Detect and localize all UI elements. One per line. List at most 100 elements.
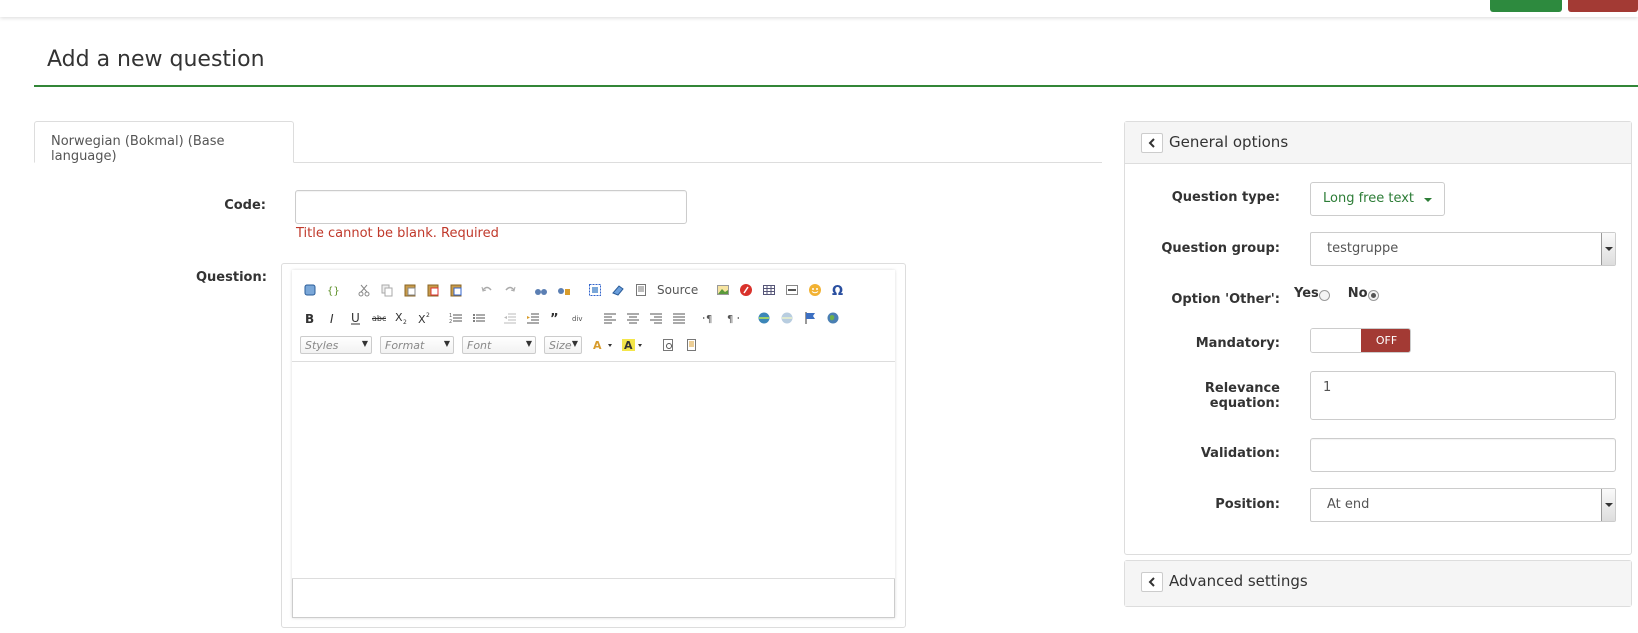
bold-icon[interactable]: B bbox=[300, 309, 319, 328]
cut-icon[interactable] bbox=[354, 281, 373, 300]
option-other-yes-radio[interactable] bbox=[1318, 290, 1330, 301]
size-dropdown-label: Size bbox=[549, 339, 572, 352]
paste-icon[interactable] bbox=[400, 281, 419, 300]
styles-dropdown-label: Styles bbox=[305, 339, 339, 352]
redo-icon[interactable] bbox=[500, 281, 519, 300]
expression-icon[interactable] bbox=[300, 281, 319, 300]
source-icon[interactable] bbox=[631, 281, 650, 300]
templates-icon[interactable] bbox=[681, 336, 700, 355]
outdent-icon[interactable] bbox=[500, 309, 519, 328]
mandatory-toggle[interactable]: OFF bbox=[1310, 328, 1411, 353]
superscript-icon[interactable]: X2 bbox=[415, 309, 434, 328]
svg-text:2: 2 bbox=[449, 319, 452, 325]
table-icon[interactable] bbox=[759, 281, 778, 300]
editor-toolbar: {} Source Ω B I U abc X2 X2 12 ” div ¶ ¶… bbox=[292, 270, 895, 362]
svg-text:A: A bbox=[624, 339, 633, 352]
bullet-list-icon[interactable] bbox=[469, 309, 488, 328]
page-title: Add a new question bbox=[47, 47, 265, 72]
validation-input[interactable] bbox=[1310, 438, 1616, 472]
undo-icon[interactable] bbox=[477, 281, 496, 300]
question-label: Question: bbox=[196, 270, 267, 285]
source-button[interactable]: Source bbox=[654, 281, 701, 300]
chevron-left-icon[interactable] bbox=[1141, 133, 1163, 153]
unlink-icon[interactable] bbox=[777, 309, 796, 328]
select-arrow-icon bbox=[1601, 233, 1615, 265]
replace-icon[interactable] bbox=[554, 281, 573, 300]
horizontal-rule-icon[interactable] bbox=[782, 281, 801, 300]
indent-icon[interactable] bbox=[523, 309, 542, 328]
position-select[interactable]: At end bbox=[1310, 488, 1616, 522]
editor-content-area[interactable] bbox=[292, 362, 895, 579]
svg-text:Ω: Ω bbox=[832, 284, 843, 297]
flash-icon[interactable] bbox=[736, 281, 755, 300]
select-all-icon[interactable] bbox=[585, 281, 604, 300]
paste-word-icon[interactable] bbox=[446, 281, 465, 300]
styles-dropdown[interactable]: Styles ▼ bbox=[300, 336, 372, 354]
top-bar bbox=[0, 0, 1638, 17]
create-div-icon[interactable]: div bbox=[569, 309, 588, 328]
question-group-select[interactable]: testgruppe bbox=[1310, 232, 1616, 266]
toggle-state-off: OFF bbox=[1361, 329, 1410, 352]
strikethrough-icon[interactable]: abc bbox=[369, 309, 388, 328]
special-char-icon[interactable]: Ω bbox=[828, 281, 847, 300]
chevron-left-icon[interactable] bbox=[1141, 572, 1163, 592]
copy-icon[interactable] bbox=[377, 281, 396, 300]
option-other-no-radio[interactable] bbox=[1367, 290, 1379, 301]
question-type-label: Question type: bbox=[1171, 190, 1280, 205]
title-divider bbox=[34, 85, 1638, 87]
mandatory-label: Mandatory: bbox=[1195, 336, 1280, 351]
svg-text:B: B bbox=[305, 312, 314, 325]
general-options-title: General options bbox=[1169, 133, 1289, 151]
link-icon[interactable] bbox=[754, 309, 773, 328]
svg-text:2: 2 bbox=[403, 319, 407, 325]
subscript-icon[interactable]: X2 bbox=[392, 309, 411, 328]
option-other-label: Option 'Other': bbox=[1171, 292, 1280, 307]
blockquote-icon[interactable]: ” bbox=[546, 309, 565, 328]
advanced-settings-header[interactable]: Advanced settings bbox=[1125, 561, 1631, 606]
smiley-icon[interactable] bbox=[805, 281, 824, 300]
advanced-settings-title: Advanced settings bbox=[1169, 572, 1308, 590]
align-left-icon[interactable] bbox=[600, 309, 619, 328]
close-button[interactable] bbox=[1568, 0, 1638, 12]
svg-text:X: X bbox=[395, 311, 403, 324]
option-other-no-label: No bbox=[1347, 286, 1368, 301]
svg-text:¶: ¶ bbox=[706, 314, 712, 325]
svg-text:2: 2 bbox=[426, 312, 430, 319]
format-dropdown[interactable]: Format ▼ bbox=[380, 336, 454, 354]
italic-icon[interactable]: I bbox=[323, 309, 342, 328]
paste-text-icon[interactable] bbox=[423, 281, 442, 300]
remove-format-icon[interactable] bbox=[608, 281, 627, 300]
general-options-header[interactable]: General options bbox=[1125, 122, 1631, 164]
align-right-icon[interactable] bbox=[646, 309, 665, 328]
underline-icon[interactable]: U bbox=[346, 309, 365, 328]
code-input[interactable] bbox=[295, 190, 687, 224]
preview-icon[interactable] bbox=[658, 336, 677, 355]
relevance-equation-input[interactable]: 1 bbox=[1310, 371, 1616, 420]
code-error-message: Title cannot be blank. Required bbox=[296, 226, 499, 241]
ltr-icon[interactable]: ¶ bbox=[700, 309, 719, 328]
size-dropdown[interactable]: Size ▼ bbox=[544, 336, 582, 354]
find-icon[interactable] bbox=[531, 281, 550, 300]
background-color-icon[interactable]: A bbox=[620, 336, 646, 355]
tab-base-language[interactable]: Norwegian (Bokmal) (Base language) bbox=[34, 121, 294, 164]
align-justify-icon[interactable] bbox=[669, 309, 688, 328]
align-center-icon[interactable] bbox=[623, 309, 642, 328]
globe-icon[interactable] bbox=[823, 309, 842, 328]
image-icon[interactable] bbox=[713, 281, 732, 300]
placeholder-icon[interactable]: {} bbox=[323, 281, 342, 300]
svg-text:div: div bbox=[572, 315, 583, 323]
caret-down-icon bbox=[1424, 198, 1432, 202]
option-other-radios: Yes No bbox=[1294, 286, 1397, 301]
text-color-icon[interactable]: A bbox=[590, 336, 616, 355]
numbered-list-icon[interactable]: 12 bbox=[446, 309, 465, 328]
question-type-dropdown[interactable]: Long free text bbox=[1310, 182, 1445, 216]
anchor-icon[interactable] bbox=[800, 309, 819, 328]
svg-text:A: A bbox=[593, 339, 602, 352]
advanced-settings-panel[interactable]: Advanced settings bbox=[1124, 560, 1632, 607]
question-type-value: Long free text bbox=[1323, 191, 1415, 206]
font-dropdown[interactable]: Font ▼ bbox=[462, 336, 536, 354]
option-other-yes-label: Yes bbox=[1294, 286, 1319, 301]
save-button[interactable] bbox=[1490, 0, 1562, 12]
rtl-icon[interactable]: ¶ bbox=[723, 309, 742, 328]
select-arrow-icon bbox=[1601, 489, 1615, 521]
